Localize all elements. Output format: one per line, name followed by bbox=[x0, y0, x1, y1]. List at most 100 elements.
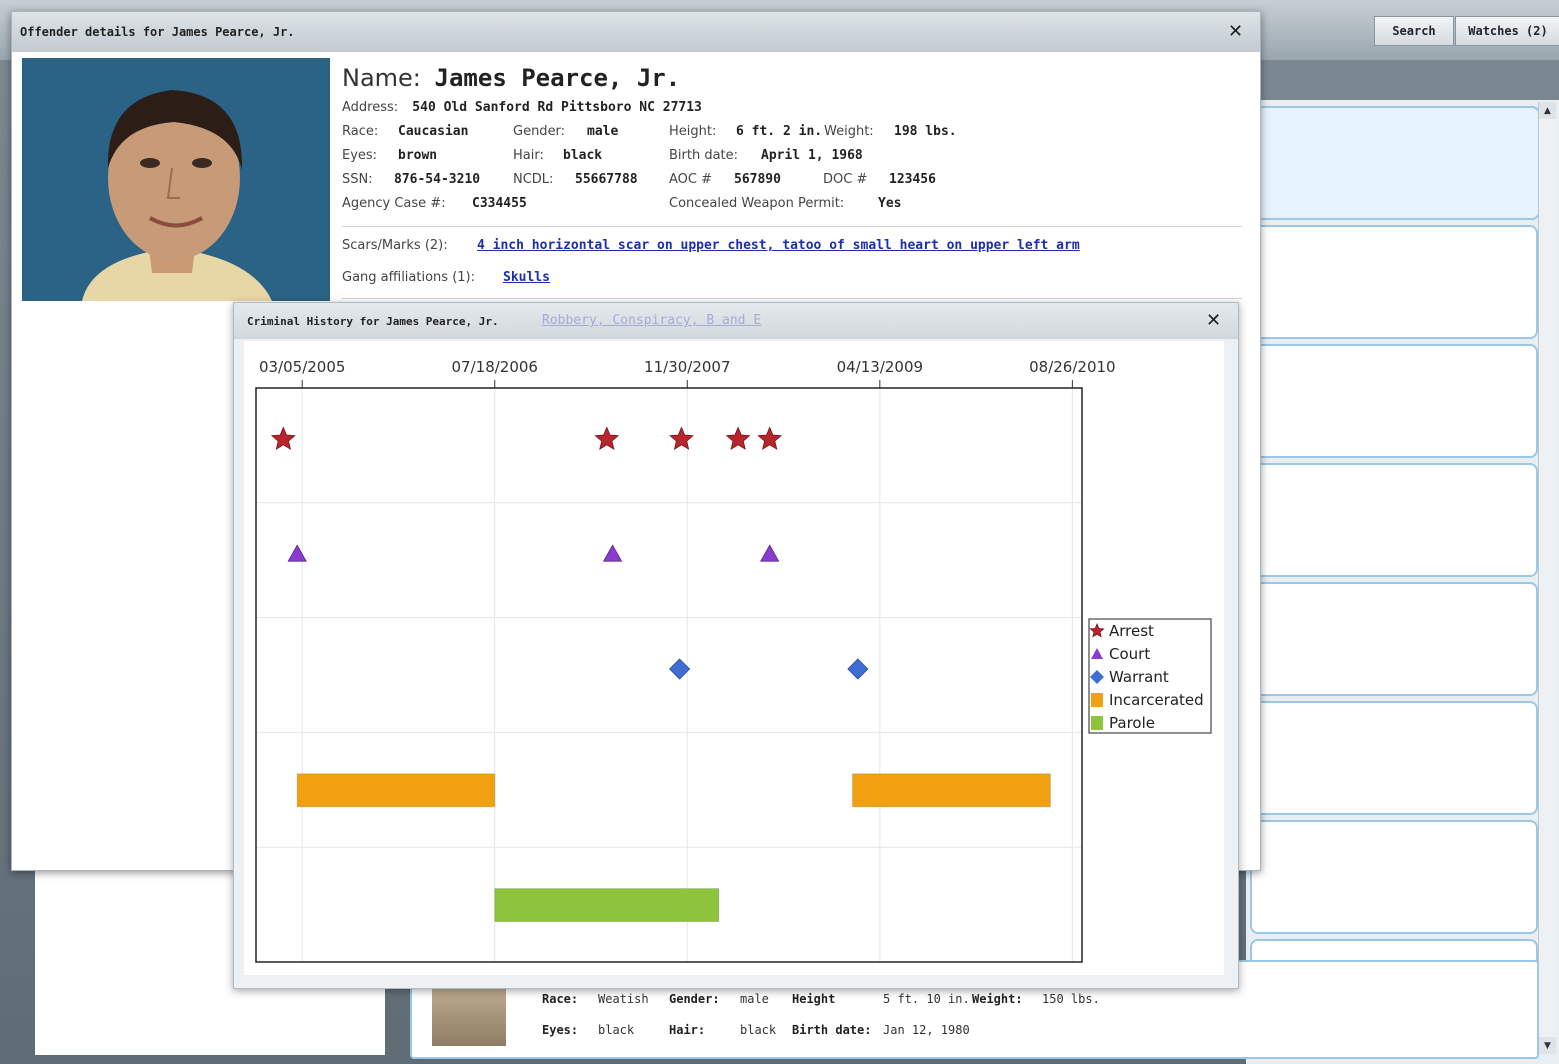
height-value: 5 ft. 10 in. bbox=[883, 992, 970, 1006]
race-value: Caucasian bbox=[398, 124, 469, 139]
arrest-marker bbox=[594, 426, 620, 450]
hair-value: black bbox=[563, 148, 603, 163]
legend-parole-icon bbox=[1091, 716, 1103, 730]
scars-link[interactable]: 4 inch horizontal scar on upper chest, t… bbox=[477, 238, 1080, 253]
height-value: 6 ft. 2 in. bbox=[736, 124, 823, 139]
result-card[interactable] bbox=[1250, 463, 1538, 577]
scroll-down-icon[interactable]: ▼ bbox=[1539, 1037, 1556, 1054]
race-label: Race: bbox=[542, 992, 579, 1006]
cwp-label: Concealed Weapon Permit: bbox=[669, 196, 845, 211]
warrant-marker bbox=[669, 658, 691, 680]
hair-label: Hair: bbox=[669, 1023, 706, 1037]
hair-value: black bbox=[740, 1023, 777, 1037]
court-marker bbox=[287, 544, 307, 562]
name-label: Name: bbox=[342, 64, 421, 92]
address-label: Address: bbox=[342, 100, 399, 115]
gender-label: Gender: bbox=[513, 124, 566, 139]
scars-label: Scars/Marks (2): bbox=[342, 238, 448, 253]
legend-label: Warrant bbox=[1109, 668, 1169, 686]
weight-value: 150 lbs. bbox=[1042, 992, 1100, 1006]
birth-value: Jan 12, 1980 bbox=[883, 1023, 970, 1037]
ncdl-label: NCDL: bbox=[513, 172, 554, 187]
ssn-label: SSN: bbox=[342, 172, 373, 187]
birth-value: April 1, 1968 bbox=[761, 148, 863, 163]
criminal-history-window: Criminal History for James Pearce, Jr. R… bbox=[233, 302, 1239, 989]
result-card[interactable] bbox=[1250, 701, 1538, 815]
weight-label: Weight: bbox=[972, 992, 1023, 1006]
name-value: James Pearce, Jr. bbox=[434, 64, 681, 92]
arrest-marker bbox=[725, 426, 751, 450]
gender-label: Gender: bbox=[669, 992, 720, 1006]
timeline-chart-area: 03/05/2005 07/18/2006 11/30/2007 04/13/2009… bbox=[244, 341, 1224, 975]
offender-photo bbox=[22, 58, 330, 301]
race-label: Race: bbox=[342, 124, 379, 139]
search-button[interactable]: Search bbox=[1374, 16, 1454, 46]
aoc-label: AOC # bbox=[669, 172, 712, 187]
divider bbox=[342, 298, 1242, 299]
eyes-label: Eyes: bbox=[542, 1023, 579, 1037]
gender-value: male bbox=[740, 992, 769, 1006]
court-marker bbox=[602, 544, 623, 562]
height-label: Height: bbox=[669, 124, 717, 139]
height-label: Height bbox=[792, 992, 836, 1006]
result-card[interactable] bbox=[1250, 820, 1538, 934]
gender-value: male bbox=[587, 124, 619, 139]
hair-label: Hair: bbox=[513, 148, 544, 163]
race-value: Weatish bbox=[598, 992, 649, 1006]
close-icon[interactable]: ✕ bbox=[1228, 21, 1243, 42]
history-window-titlebar: Criminal History for James Pearce, Jr. R… bbox=[234, 303, 1238, 339]
x-tick-label: 07/18/2006 bbox=[452, 358, 538, 376]
divider bbox=[342, 226, 1242, 227]
scroll-up-icon[interactable]: ▲ bbox=[1539, 102, 1556, 119]
agency-case-value: C334455 bbox=[472, 196, 527, 211]
result-card[interactable] bbox=[1250, 582, 1538, 696]
parole-bar bbox=[494, 888, 720, 923]
birth-label: Birth date: bbox=[669, 148, 739, 163]
aoc-value: 567890 bbox=[734, 172, 781, 187]
incarcerated-bar bbox=[851, 773, 1051, 808]
legend-incarcerated-icon bbox=[1091, 693, 1103, 707]
gang-label: Gang affiliations (1): bbox=[342, 270, 475, 285]
ncdl-value: 55667788 bbox=[575, 172, 638, 187]
result-card-selected[interactable] bbox=[1250, 106, 1540, 220]
x-tick-label: 11/30/2007 bbox=[644, 358, 730, 376]
close-icon[interactable]: ✕ bbox=[1206, 310, 1221, 331]
x-tick-label: 04/13/2009 bbox=[837, 358, 923, 376]
history-window-title: Criminal History for James Pearce, Jr. bbox=[247, 315, 499, 328]
result-card[interactable] bbox=[1250, 225, 1538, 339]
offender-window-title: Offender details for James Pearce, Jr. bbox=[20, 25, 295, 39]
warrant-marker bbox=[847, 658, 869, 680]
history-tab-link[interactable]: Robbery, Conspiracy, B and E bbox=[542, 313, 761, 328]
arrest-marker bbox=[757, 426, 783, 450]
x-tick-label: 03/05/2005 bbox=[259, 358, 345, 376]
legend-label: Parole bbox=[1109, 714, 1155, 732]
x-tick-label: 08/26/2010 bbox=[1029, 358, 1115, 376]
eyes-label: Eyes: bbox=[342, 148, 378, 163]
offender-window-titlebar: Offender details for James Pearce, Jr. ✕ bbox=[12, 12, 1260, 52]
ssn-value: 876-54-3210 bbox=[394, 172, 481, 187]
timeline-chart: 03/05/2005 07/18/2006 11/30/2007 04/13/2009… bbox=[255, 358, 1212, 963]
agency-case-label: Agency Case #: bbox=[342, 196, 446, 211]
birth-label: Birth date: bbox=[792, 1023, 872, 1037]
weight-label: Weight: bbox=[824, 124, 874, 139]
arrest-marker bbox=[270, 426, 296, 450]
court-marker bbox=[760, 544, 780, 562]
address-row: Address: 540 Old Sanford Rd Pittsboro NC… bbox=[342, 100, 702, 115]
result-card[interactable] bbox=[1250, 344, 1538, 458]
arrest-marker bbox=[669, 426, 694, 450]
results-scrollbar[interactable]: ▲ ▼ bbox=[1538, 102, 1556, 1054]
address-value: 540 Old Sanford Rd Pittsboro NC 27713 bbox=[412, 100, 702, 115]
watches-button[interactable]: Watches (2) bbox=[1455, 16, 1559, 46]
name-row: Name: James Pearce, Jr. bbox=[342, 64, 680, 92]
incarcerated-bar bbox=[296, 773, 496, 808]
eyes-value: brown bbox=[398, 148, 438, 163]
cwp-value: Yes bbox=[878, 196, 902, 211]
doc-value: 123456 bbox=[889, 172, 936, 187]
weight-value: 198 lbs. bbox=[894, 124, 957, 139]
gang-link[interactable]: Skulls bbox=[503, 270, 550, 285]
plot-frame bbox=[255, 387, 1083, 963]
eyes-value: black bbox=[598, 1023, 635, 1037]
legend-label: Incarcerated bbox=[1109, 691, 1204, 709]
doc-label: DOC # bbox=[823, 172, 868, 187]
legend-label: Court bbox=[1109, 645, 1150, 663]
